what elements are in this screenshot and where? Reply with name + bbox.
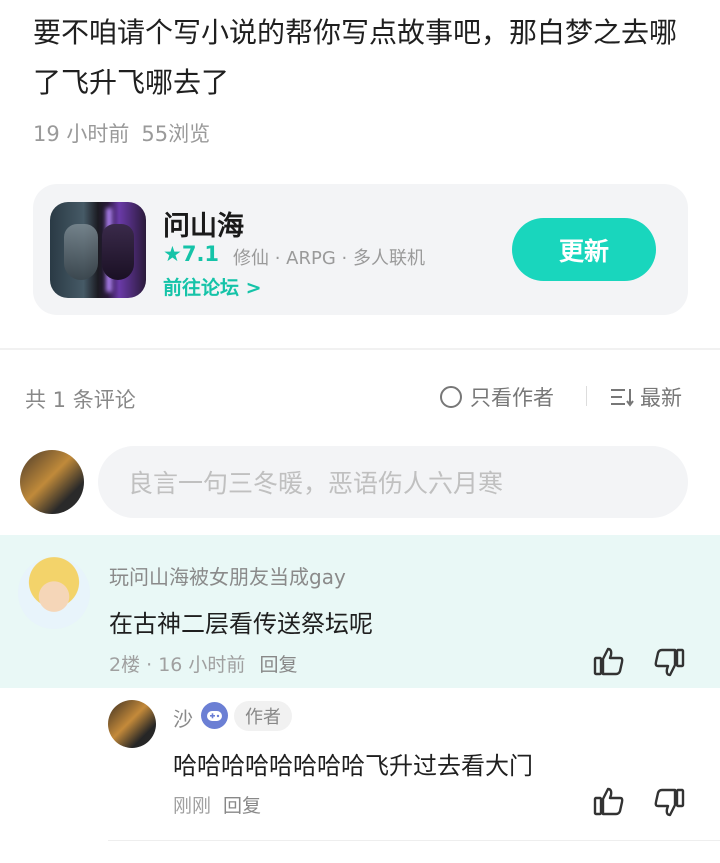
gamepad-icon	[201, 702, 228, 729]
sort-label: 最新	[640, 386, 682, 410]
forum-link[interactable]: 前往论坛 >	[163, 273, 262, 300]
thumbs-down-icon[interactable]	[653, 787, 685, 819]
comment-reply-button[interactable]: 回复	[259, 654, 297, 676]
radio-circle-icon	[440, 386, 462, 408]
game-tags: 修仙 · ARPG · 多人联机	[233, 248, 425, 269]
post-body: 要不咱请个写小说的帮你写点故事吧，那白梦之去哪了飞升飞哪去了	[33, 16, 678, 99]
comment-floor-time: 2楼 · 16 小时前	[109, 654, 246, 676]
post-meta: 19 小时前 55浏览	[33, 118, 210, 148]
comment-meta: 2楼 · 16 小时前 回复	[109, 650, 297, 677]
game-card[interactable]: 问山海 ★7.1 修仙 · ARPG · 多人联机 前往论坛 > 更新	[33, 184, 688, 315]
comment-body: 在古神二层看传送祭坛呢	[109, 610, 373, 638]
reply-divider	[108, 840, 720, 841]
game-icon[interactable]	[50, 202, 146, 298]
update-button[interactable]: 更新	[512, 218, 656, 281]
reply-username[interactable]: 沙	[173, 703, 193, 732]
section-divider	[0, 348, 720, 350]
comment-input[interactable]: 良言一句三冬暖，恶语伤人六月寒	[98, 446, 688, 518]
sort-toggle[interactable]: 最新	[610, 382, 682, 412]
comment-count: 共 1 条评论	[25, 388, 136, 412]
avatar[interactable]	[18, 557, 90, 629]
only-author-label: 只看作者	[470, 386, 554, 410]
reply-time: 刚刚	[173, 795, 212, 817]
my-avatar[interactable]	[20, 450, 84, 514]
thumbs-up-icon[interactable]	[593, 645, 625, 677]
reply-reply-button[interactable]: 回复	[223, 795, 261, 817]
game-rating: ★7.1	[163, 242, 220, 266]
comment-username[interactable]: 玩问山海被女朋友当成gay	[109, 561, 346, 590]
post-views: 55浏览	[141, 122, 211, 146]
only-author-toggle[interactable]: 只看作者	[440, 382, 554, 412]
thumbs-up-icon[interactable]	[593, 785, 625, 817]
game-title: 问山海	[163, 211, 244, 242]
filter-separator	[586, 386, 587, 406]
avatar[interactable]	[108, 700, 156, 748]
sort-icon	[611, 389, 634, 407]
reply-body: 哈哈哈哈哈哈哈哈飞升过去看大门	[173, 752, 533, 780]
author-badge: 作者	[234, 701, 292, 731]
reply-meta: 刚刚 回复	[173, 791, 261, 818]
thumbs-down-icon[interactable]	[653, 647, 685, 679]
post-time: 19 小时前	[33, 122, 130, 146]
